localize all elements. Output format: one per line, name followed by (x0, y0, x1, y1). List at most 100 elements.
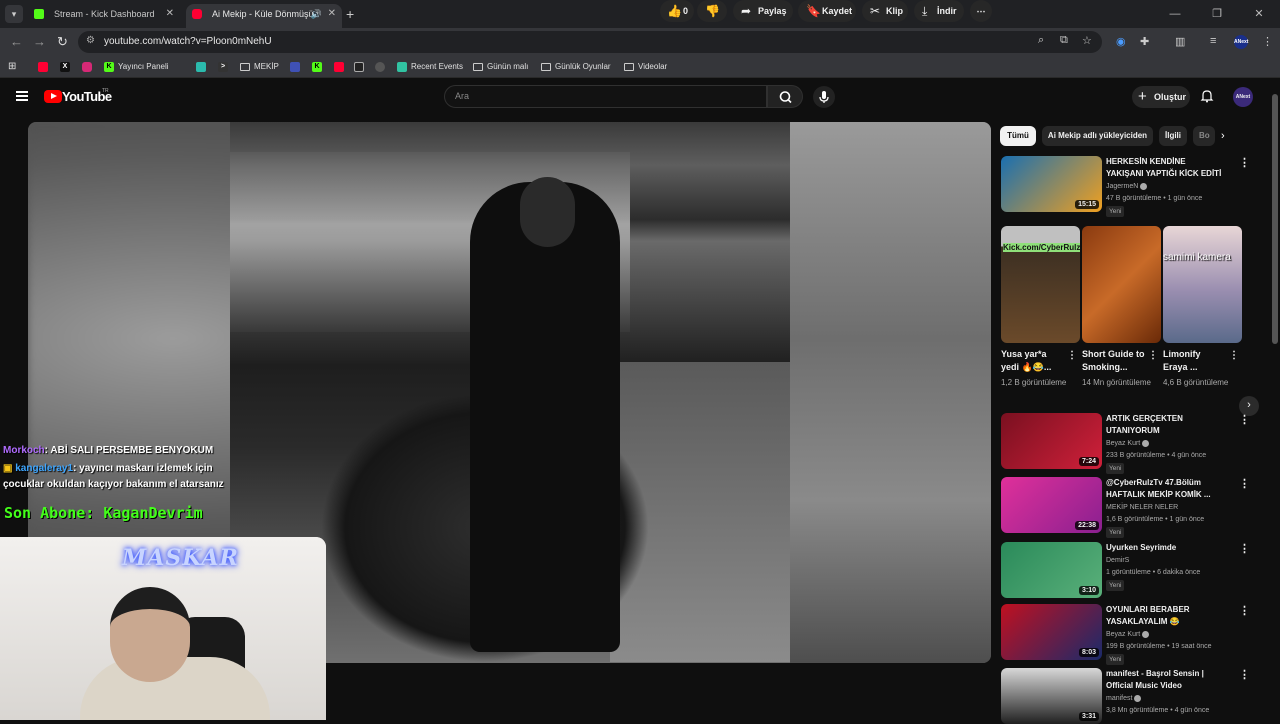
extension-icon[interactable]: ◉ (1116, 35, 1126, 48)
bookmark-x[interactable]: X (60, 61, 74, 73)
more-options-icon[interactable]: ⋮ (1239, 156, 1250, 169)
bookmark-kick[interactable]: K (312, 61, 326, 73)
more-actions-button[interactable]: ⋯ (970, 0, 992, 22)
bookmark-instagram[interactable] (82, 61, 96, 73)
back-button[interactable]: ← (10, 33, 23, 51)
side-panel-icon[interactable]: ▥ (1175, 35, 1185, 48)
chip-more[interactable]: Bo (1193, 126, 1215, 146)
video-recommendation[interactable]: 22:38 @CyberRulzTv 47.Bölüm HAFTALIK MEK… (1001, 477, 1280, 538)
media-control-icon[interactable]: ≡ (1210, 35, 1216, 47)
channel-name[interactable]: MEKİP NELER NELER (1106, 503, 1178, 513)
more-options-icon[interactable]: ⋮ (1148, 350, 1158, 361)
video-thumbnail[interactable]: 22:38 (1001, 477, 1102, 533)
install-app-icon[interactable]: ⧉ (1060, 34, 1068, 47)
clip-button[interactable]: ✂ Klip (862, 0, 908, 22)
share-button[interactable]: ➦ Paylaş (733, 0, 793, 22)
bookmark-app[interactable] (196, 61, 210, 73)
download-button[interactable]: ⤓ İndir (914, 0, 964, 22)
zoom-icon[interactable]: ⌕ (1038, 34, 1044, 47)
video-title[interactable]: OYUNLARI BERABER YASAKLAYALIM 😂 (1106, 604, 1224, 628)
chip-from-uploader[interactable]: Ai Mekip adlı yükleyiciden (1042, 126, 1153, 146)
new-tab-button[interactable]: + (346, 4, 354, 24)
video-title[interactable]: ARTIK GERÇEKTEN UTANIYORUM (1106, 413, 1224, 437)
hamburger-menu-icon[interactable] (16, 91, 28, 101)
video-thumbnail[interactable]: 7:24 (1001, 413, 1102, 469)
more-options-icon[interactable]: ⋮ (1067, 350, 1077, 361)
page-scrollbar[interactable] (1272, 94, 1278, 344)
more-options-icon[interactable]: ⋮ (1239, 542, 1250, 555)
chips-next-icon[interactable]: › (1221, 126, 1225, 146)
bookmark-app-2[interactable] (290, 61, 304, 73)
close-window-icon[interactable]: ✕ (1238, 0, 1280, 28)
chip-related[interactable]: İlgili (1159, 126, 1187, 146)
dislike-button[interactable]: 👎 (697, 0, 727, 22)
more-options-icon[interactable]: ⋮ (1239, 668, 1250, 681)
like-button[interactable]: 👍 0 (660, 0, 694, 22)
short-title[interactable]: Short Guide to Smoking... (1082, 348, 1146, 374)
short-title[interactable]: Yusa yar*a yedi 🔥😂... (1001, 348, 1065, 374)
channel-name[interactable]: Beyaz Kurt (1106, 630, 1150, 640)
search-input[interactable]: Ara (444, 85, 767, 108)
channel-name[interactable]: manifest (1106, 694, 1142, 704)
browser-tab-kick-dashboard[interactable]: Stream - Kick Dashboard ✕ (28, 4, 180, 28)
video-recommendation[interactable]: 3:10 Uyurken Seyrimde DemirS 1 görüntüle… (1001, 542, 1280, 598)
bookmark-yayinci-paneli[interactable]: K Yayıncı Paneli (104, 61, 169, 73)
channel-name[interactable]: JagermeN (1106, 182, 1148, 192)
more-options-icon[interactable]: ⋮ (1229, 350, 1239, 361)
video-recommendation[interactable]: 8:03 OYUNLARI BERABER YASAKLAYALIM 😂 Bey… (1001, 604, 1280, 665)
address-bar[interactable]: ⚙ youtube.com/watch?v=Ploon0mNehU ⌕ ⧉ ☆ (78, 31, 1102, 53)
extensions-puzzle-icon[interactable]: ✚ (1140, 35, 1149, 48)
close-tab-icon[interactable]: ✕ (328, 4, 336, 24)
video-recommendation[interactable]: 15:15 HERKESİN KENDİNE YAKIŞANI YAPTIĞI … (1001, 156, 1280, 217)
restore-icon[interactable]: ❐ (1196, 0, 1238, 28)
short-thumbnail[interactable] (1082, 226, 1161, 343)
video-thumbnail[interactable]: 3:31 (1001, 668, 1102, 724)
video-recommendation[interactable]: 3:31 manifest - Başrol Sensin | Official… (1001, 668, 1280, 724)
bookmark-recent-events[interactable]: Recent Events (397, 61, 463, 73)
browser-tab-youtube-active[interactable]: Ai Mekip - Küle Dönmüşün 🔊 ✕ (186, 4, 342, 28)
bookmark-folder-videolar[interactable]: Videolar (624, 61, 667, 73)
bookmark-chat[interactable] (375, 61, 389, 73)
bookmark-star-icon[interactable]: ☆ (1082, 34, 1092, 47)
bookmark-youtube[interactable] (38, 61, 52, 73)
chip-all[interactable]: Tümü (1000, 126, 1036, 146)
more-options-icon[interactable]: ⋮ (1239, 477, 1250, 490)
bookmark-image[interactable] (354, 61, 368, 73)
short-thumbnail[interactable]: samimi kamera (1163, 226, 1242, 343)
search-button[interactable] (767, 85, 803, 108)
apps-grid-icon[interactable]: ⊞ (8, 61, 16, 73)
video-title[interactable]: Uyurken Seyrimde (1106, 542, 1224, 554)
reload-button[interactable]: ↻ (57, 33, 68, 51)
short-thumbnail[interactable]: Kick.com/CyberRulzTv (1001, 226, 1080, 343)
video-thumbnail[interactable]: 3:10 (1001, 542, 1102, 598)
channel-name[interactable]: DemirS (1106, 556, 1129, 566)
video-thumbnail[interactable]: 15:15 (1001, 156, 1102, 212)
video-title[interactable]: HERKESİN KENDİNE YAKIŞANI YAPTIĞI KİCK E… (1106, 156, 1224, 180)
site-info-icon[interactable]: ⚙ (86, 35, 95, 46)
more-options-icon[interactable]: ⋮ (1239, 413, 1250, 426)
menu-kebab-icon[interactable]: ⋮ (1262, 35, 1273, 48)
minimize-icon[interactable]: — (1154, 0, 1196, 28)
bookmark-folder-mekip[interactable]: MEKİP (240, 61, 279, 73)
bookmark-folder-gunluk-oyunlar[interactable]: Günlük Oyunlar (541, 61, 611, 73)
forward-button[interactable]: → (33, 33, 46, 51)
video-title[interactable]: @CyberRulzTv 47.Bölüm HAFTALIK MEKİP KOM… (1106, 477, 1224, 501)
youtube-logo-icon[interactable] (44, 90, 62, 103)
video-thumbnail[interactable]: 8:03 (1001, 604, 1102, 660)
tab-search-dropdown-icon[interactable]: ▾ (5, 5, 23, 23)
bookmark-folder-gunun-mali[interactable]: Günün malı (473, 61, 528, 73)
close-tab-icon[interactable]: ✕ (166, 4, 174, 24)
create-button[interactable]: Oluştur (1132, 86, 1190, 108)
more-options-icon[interactable]: ⋮ (1239, 604, 1250, 617)
bookmark-youtube-2[interactable] (334, 61, 348, 73)
short-title[interactable]: Limonify Eraya ... (1163, 348, 1227, 374)
save-button[interactable]: 🔖 Kaydet (798, 0, 856, 22)
notifications-bell-icon[interactable] (1200, 89, 1214, 103)
account-avatar[interactable]: ANext (1233, 87, 1253, 107)
channel-name[interactable]: Beyaz Kurt (1106, 439, 1150, 449)
voice-search-button[interactable] (813, 86, 835, 108)
speaker-icon[interactable]: 🔊 (311, 4, 322, 24)
profile-avatar[interactable]: ANext (1234, 35, 1248, 49)
bookmark-terminal[interactable]: > (218, 61, 232, 73)
video-recommendation[interactable]: 7:24 ARTIK GERÇEKTEN UTANIYORUM Beyaz Ku… (1001, 413, 1280, 474)
